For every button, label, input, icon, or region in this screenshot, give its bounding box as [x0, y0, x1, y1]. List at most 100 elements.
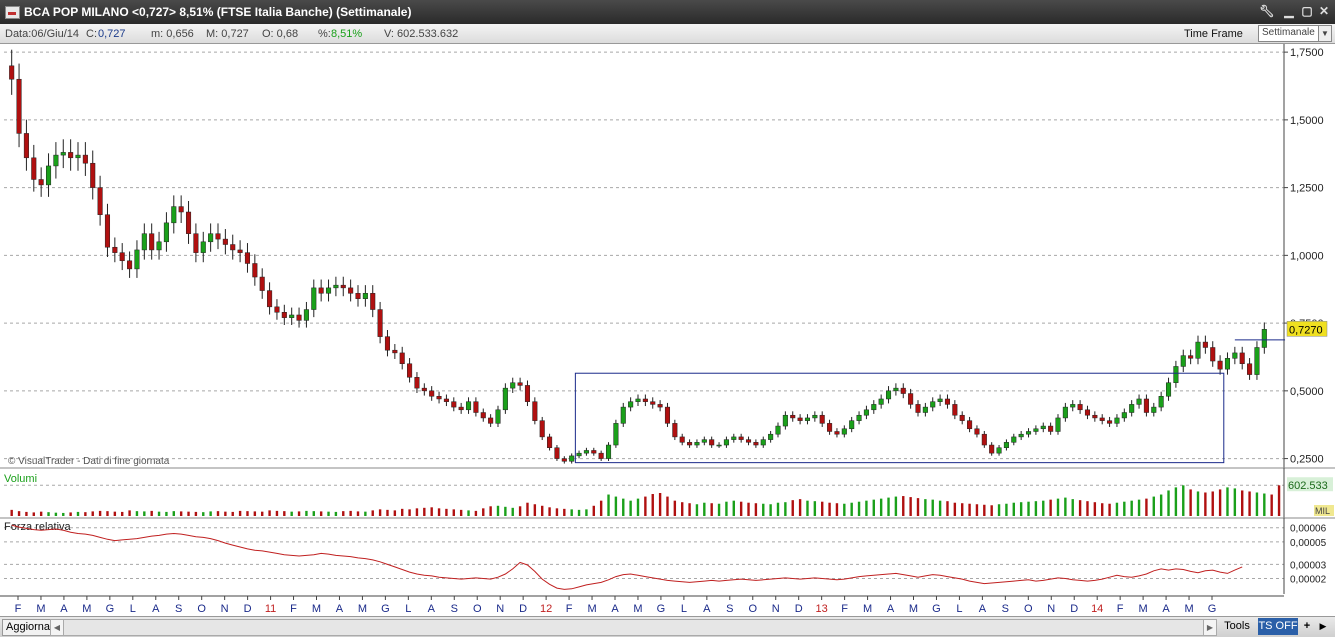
- volume-bar: [172, 511, 175, 516]
- volume-bar: [850, 502, 853, 516]
- arrow-right-icon[interactable]: ▶: [1316, 619, 1330, 634]
- volume-bar: [1145, 498, 1148, 516]
- candle: [502, 387, 508, 411]
- volume-panel: Volumi 602.533 MIL: [0, 467, 1335, 518]
- price-tick-label: 0,5000: [1290, 386, 1324, 398]
- candle: [215, 233, 221, 240]
- candle: [171, 206, 177, 224]
- scroll-right-icon[interactable]: ▶: [1203, 620, 1216, 635]
- candle: [605, 444, 612, 459]
- volume-bar: [253, 511, 257, 516]
- volume-bar: [238, 510, 242, 516]
- volume-bar: [452, 509, 455, 516]
- x-tick-label: G: [381, 603, 390, 615]
- open-readout: O: 0,68: [262, 28, 299, 40]
- rs-title: Forza relativa: [4, 521, 72, 533]
- candle: [849, 420, 855, 430]
- time-frame-label: Time Frame: [1184, 28, 1243, 40]
- candle: [1143, 398, 1149, 413]
- tools-button[interactable]: Tools: [1218, 619, 1256, 634]
- refresh-button[interactable]: Aggiorna: [2, 619, 53, 636]
- volume-bar: [1196, 491, 1200, 516]
- volume-bar: [879, 498, 883, 516]
- close-icon[interactable]: ✕: [1316, 3, 1332, 20]
- volume-bar: [1123, 501, 1126, 516]
- volume-bar: [968, 503, 971, 516]
- ts-off-button[interactable]: TS OFF: [1258, 618, 1298, 635]
- volume-bar: [25, 511, 28, 516]
- volume-bar: [334, 511, 338, 516]
- volume-bar: [666, 496, 669, 516]
- candle: [561, 458, 567, 462]
- bottom-toolbar: Aggiorna ◀ ▶ Tools TS OFF + ▶: [0, 616, 1335, 637]
- candle: [760, 439, 766, 446]
- x-tick-label: L: [130, 603, 136, 615]
- candle: [185, 211, 192, 234]
- candle: [576, 452, 582, 457]
- candle: [23, 133, 29, 159]
- plus-button[interactable]: +: [1300, 619, 1314, 634]
- candle: [178, 206, 184, 213]
- candle: [900, 387, 906, 394]
- candle: [974, 428, 980, 435]
- candle: [804, 417, 811, 421]
- wrench-icon[interactable]: 🔧︎: [1259, 3, 1275, 20]
- candle: [797, 417, 803, 421]
- x-tick-label: D: [795, 603, 803, 615]
- x-tick-label: G: [932, 603, 941, 615]
- candle: [1055, 417, 1061, 432]
- volume-bar: [1137, 499, 1141, 516]
- x-tick-label: D: [1070, 603, 1078, 615]
- candle: [1239, 352, 1245, 364]
- volume-bar: [32, 512, 35, 516]
- volume-bar: [445, 508, 448, 516]
- volume-bar: [555, 508, 559, 516]
- scroll-left-icon[interactable]: ◀: [51, 620, 64, 635]
- candle: [488, 417, 494, 424]
- price-tick-label: 1,7500: [1290, 47, 1324, 59]
- volume-bar: [865, 500, 868, 516]
- volume-bar: [1277, 485, 1281, 516]
- candle: [532, 401, 538, 421]
- volume-bar: [739, 501, 743, 516]
- x-tick-label: N: [772, 603, 780, 615]
- volume-bar: [106, 511, 109, 516]
- volume-bar: [518, 506, 522, 516]
- candle: [104, 214, 111, 248]
- candle: [90, 162, 96, 188]
- horizontal-scrollbar[interactable]: ◀ ▶: [50, 619, 1217, 636]
- candle: [318, 287, 324, 294]
- volume-bar: [924, 499, 927, 516]
- x-tick-label: L: [405, 603, 411, 615]
- candle: [333, 284, 339, 289]
- x-tick-label: A: [60, 603, 68, 615]
- maximize-icon[interactable]: ▢: [1299, 3, 1315, 20]
- volume-bar: [378, 509, 382, 516]
- candle: [790, 414, 796, 419]
- x-tick-label: D: [519, 603, 527, 615]
- candle: [591, 450, 597, 454]
- time-frame-select[interactable]: Settimanale ▼: [1258, 25, 1332, 42]
- chart-area[interactable]: 1,75001,50001,25001,00000,75000,50000,25…: [0, 44, 1335, 616]
- candle: [1165, 382, 1172, 397]
- candle: [75, 154, 81, 159]
- x-tick-label: M: [312, 603, 321, 615]
- volume-bar: [681, 502, 684, 516]
- volume-bar: [327, 511, 330, 516]
- candle: [370, 293, 376, 310]
- candle: [635, 398, 641, 402]
- candle: [996, 447, 1002, 454]
- x-tick-label: N: [496, 603, 504, 615]
- volume-bar: [894, 496, 898, 516]
- x-tick-label: N: [1047, 603, 1055, 615]
- minimize-icon[interactable]: ▁: [1281, 3, 1297, 20]
- volume-bar: [113, 511, 117, 516]
- volume-bar: [784, 502, 787, 516]
- volume-bar: [931, 499, 934, 516]
- candle: [598, 452, 604, 459]
- volume-bar: [1189, 489, 1192, 516]
- volume-readout: V: 602.533.632: [384, 28, 459, 40]
- chevron-down-icon[interactable]: ▼: [1318, 26, 1331, 41]
- volume-bar: [423, 507, 426, 516]
- candle: [583, 450, 589, 454]
